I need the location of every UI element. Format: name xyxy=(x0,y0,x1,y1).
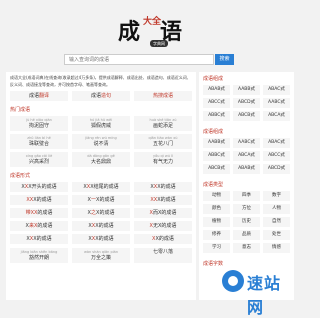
sidebar-item[interactable]: 品质 xyxy=(233,230,260,240)
sidebar-grid-1: ABAB式 AABB式 ABAC式 ABCC式 ABCD式 AABC式 ABBC式 ABCB式… xyxy=(199,85,294,121)
sidebar-item[interactable]: AABB式 xyxy=(233,85,260,95)
sidebar-item[interactable]: 意志 xyxy=(233,243,260,253)
search-input[interactable] xyxy=(64,54,214,65)
sidebar-item[interactable]: 植物 xyxy=(203,217,230,227)
sidebar-item[interactable]: 颜色 xyxy=(203,204,230,214)
watermark-text: 速站网 xyxy=(247,274,282,317)
bottom-item[interactable]: 七零八落 xyxy=(134,248,192,263)
sidebar-title-1: 成语组成 xyxy=(203,76,224,82)
intro-links: 成语翻译 成语造句 热搜成语 xyxy=(6,91,196,101)
hot-item[interactable]: jù hé xiǎo qián 拘泥固守 xyxy=(10,116,68,131)
form-item[interactable]: XXX的成语 xyxy=(72,234,130,244)
form-item[interactable]: XXX的成语 xyxy=(72,221,130,231)
form-item[interactable]: 带XX的成语 xyxy=(10,208,68,218)
bottom-item[interactable]: jiāng biān shěn bǎng 豁然开朗 xyxy=(10,248,68,263)
sidebar-item[interactable]: 人物 xyxy=(263,204,290,214)
hot-item[interactable]: zhū lián bì hé 珠联璧合 xyxy=(10,134,68,149)
hot-item[interactable]: xìng gāo cǎi liè 兴高采烈 xyxy=(10,152,68,167)
site-logo[interactable]: 成 大全 语 字典网 xyxy=(118,10,188,47)
sidebar-item[interactable]: 动物 xyxy=(203,191,230,201)
watermark: 速站网 xyxy=(222,268,292,317)
sidebar-item[interactable]: 方位 xyxy=(233,204,260,214)
sidebar-grid-3: 动物 四季 数字颜色 方位 人物植物 历史 自然修养 品质 处世学习 意志 情感 xyxy=(199,191,294,253)
sidebar-item[interactable]: 修养 xyxy=(203,230,230,240)
sidebar-item[interactable]: ABBC式 xyxy=(203,111,230,121)
sidebar-item[interactable]: 处世 xyxy=(263,230,290,240)
hot-grid: jù hé xiǎo qián 拘泥固守 hú jiǎ hǔ wēi 狐假虎威 hu… xyxy=(6,116,196,167)
search-bar: 搜索 xyxy=(64,54,234,65)
intro-link-3[interactable]: 热搜成语 xyxy=(134,91,192,101)
hot-item[interactable]: jiǎng rèn wú míng 说不清 xyxy=(72,134,130,149)
sidebar-item[interactable]: 数字 xyxy=(263,191,290,201)
sidebar-item[interactable]: ABCC式 xyxy=(203,98,230,108)
hot-item[interactable]: qiān tiáo wàn xù 五花八门 xyxy=(134,134,192,149)
sidebar-item[interactable]: ABCC式 xyxy=(263,151,290,161)
bottom-item[interactable]: wàn shàn qiān pián 万全之策 xyxy=(72,248,130,263)
forms-grid: XXX开头的成语 XXX结尾的成语 XXX的成语 XXX的成语 X一X的成语 XXX的成语… xyxy=(6,182,196,244)
form-item[interactable]: XXX的成语 xyxy=(10,234,68,244)
intro-text: 成语大全(成语词典)在线查询(收录超过4万多条)，提供成语解释、成语出处、成语造… xyxy=(10,75,191,87)
form-item[interactable]: XXX开头的成语 xyxy=(10,182,68,192)
form-item[interactable]: X来X的成语 xyxy=(10,221,68,231)
form-item[interactable]: XXX的成语 xyxy=(10,195,68,205)
sidebar-item[interactable]: ABAC式 xyxy=(263,85,290,95)
form-item[interactable]: X之X的成语 xyxy=(72,208,130,218)
sidebar-item[interactable]: AABB式 xyxy=(203,138,230,148)
form-item[interactable]: XXX的成语 xyxy=(134,182,192,192)
sidebar-title-3: 成语类型 xyxy=(203,182,224,188)
logo-subtitle: 字典网 xyxy=(150,40,168,47)
form-item[interactable]: XX的成语 xyxy=(134,234,192,244)
intro-link-1[interactable]: 成语翻译 xyxy=(10,91,68,101)
sidebar-item[interactable]: ABCA式 xyxy=(263,111,290,121)
form-item[interactable]: XXX结尾的成语 xyxy=(72,182,130,192)
sidebar-item[interactable]: ABCD式 xyxy=(263,164,290,174)
sidebar-item[interactable]: ABAB式 xyxy=(203,85,230,95)
sidebar-item[interactable]: ABCD式 xyxy=(233,98,260,108)
sidebar-item[interactable]: 学习 xyxy=(203,243,230,253)
sidebar-item[interactable]: ABCB式 xyxy=(233,111,260,121)
hot-item[interactable]: yǒu qì wú lì 有气无力 xyxy=(134,152,192,167)
sidebar-item[interactable]: ABAB式 xyxy=(233,164,260,174)
search-button[interactable]: 搜索 xyxy=(215,54,234,65)
right-sidebar: 成语组成 ABAB式 AABB式 ABAC式 ABCC式 ABCD式 AABC式 ABBC式… xyxy=(199,72,294,300)
sidebar-item[interactable]: AABC式 xyxy=(263,98,290,108)
hot-item[interactable]: dà dòng gān gē 大名鼎鼎 xyxy=(72,152,130,167)
hot-title: 热门成语 xyxy=(10,107,31,113)
sidebar-title-2: 成语组成 xyxy=(203,129,224,135)
form-item[interactable]: XXX的成语 xyxy=(134,195,192,205)
bottom-grid: jiāng biān shěn bǎng 豁然开朗 wàn shàn qiān p… xyxy=(6,248,196,263)
sidebar-item[interactable]: 四季 xyxy=(233,191,260,201)
forms-title: 成语形式 xyxy=(10,173,31,179)
sidebar-item[interactable]: AABC式 xyxy=(233,138,260,148)
sidebar-grid-2: AABB式 AABC式 ABAC式 ABBC式 ABCA式 ABCC式 ABCB式 ABAB式… xyxy=(199,138,294,174)
logo-char-small: 大全 xyxy=(143,17,162,27)
intro-link-2[interactable]: 成语造句 xyxy=(72,91,130,101)
sidebar-item[interactable]: 历史 xyxy=(233,217,260,227)
sidebar-item[interactable]: ABCB式 xyxy=(203,164,230,174)
form-item[interactable]: X无X的成语 xyxy=(134,221,192,231)
sidebar-item[interactable]: 自然 xyxy=(263,217,290,227)
form-item[interactable]: X一X的成语 xyxy=(72,195,130,205)
sidebar-item[interactable]: ABBC式 xyxy=(203,151,230,161)
main-panel: 成语大全(成语词典)在线查询(收录超过4万多条)，提供成语解释、成语出处、成语造… xyxy=(6,72,196,300)
sidebar-item[interactable]: 情感 xyxy=(263,243,290,253)
hot-item[interactable]: huà shé tiān zú 画蛇添足 xyxy=(134,116,192,131)
logo-char-1: 成 xyxy=(118,19,141,45)
form-item[interactable]: X而X的成语 xyxy=(134,208,192,218)
sidebar-item[interactable]: ABAC式 xyxy=(263,138,290,148)
sidebar-item[interactable]: ABCA式 xyxy=(233,151,260,161)
watermark-icon xyxy=(222,270,244,292)
hot-item[interactable]: hú jiǎ hǔ wēi 狐假虎威 xyxy=(72,116,130,131)
